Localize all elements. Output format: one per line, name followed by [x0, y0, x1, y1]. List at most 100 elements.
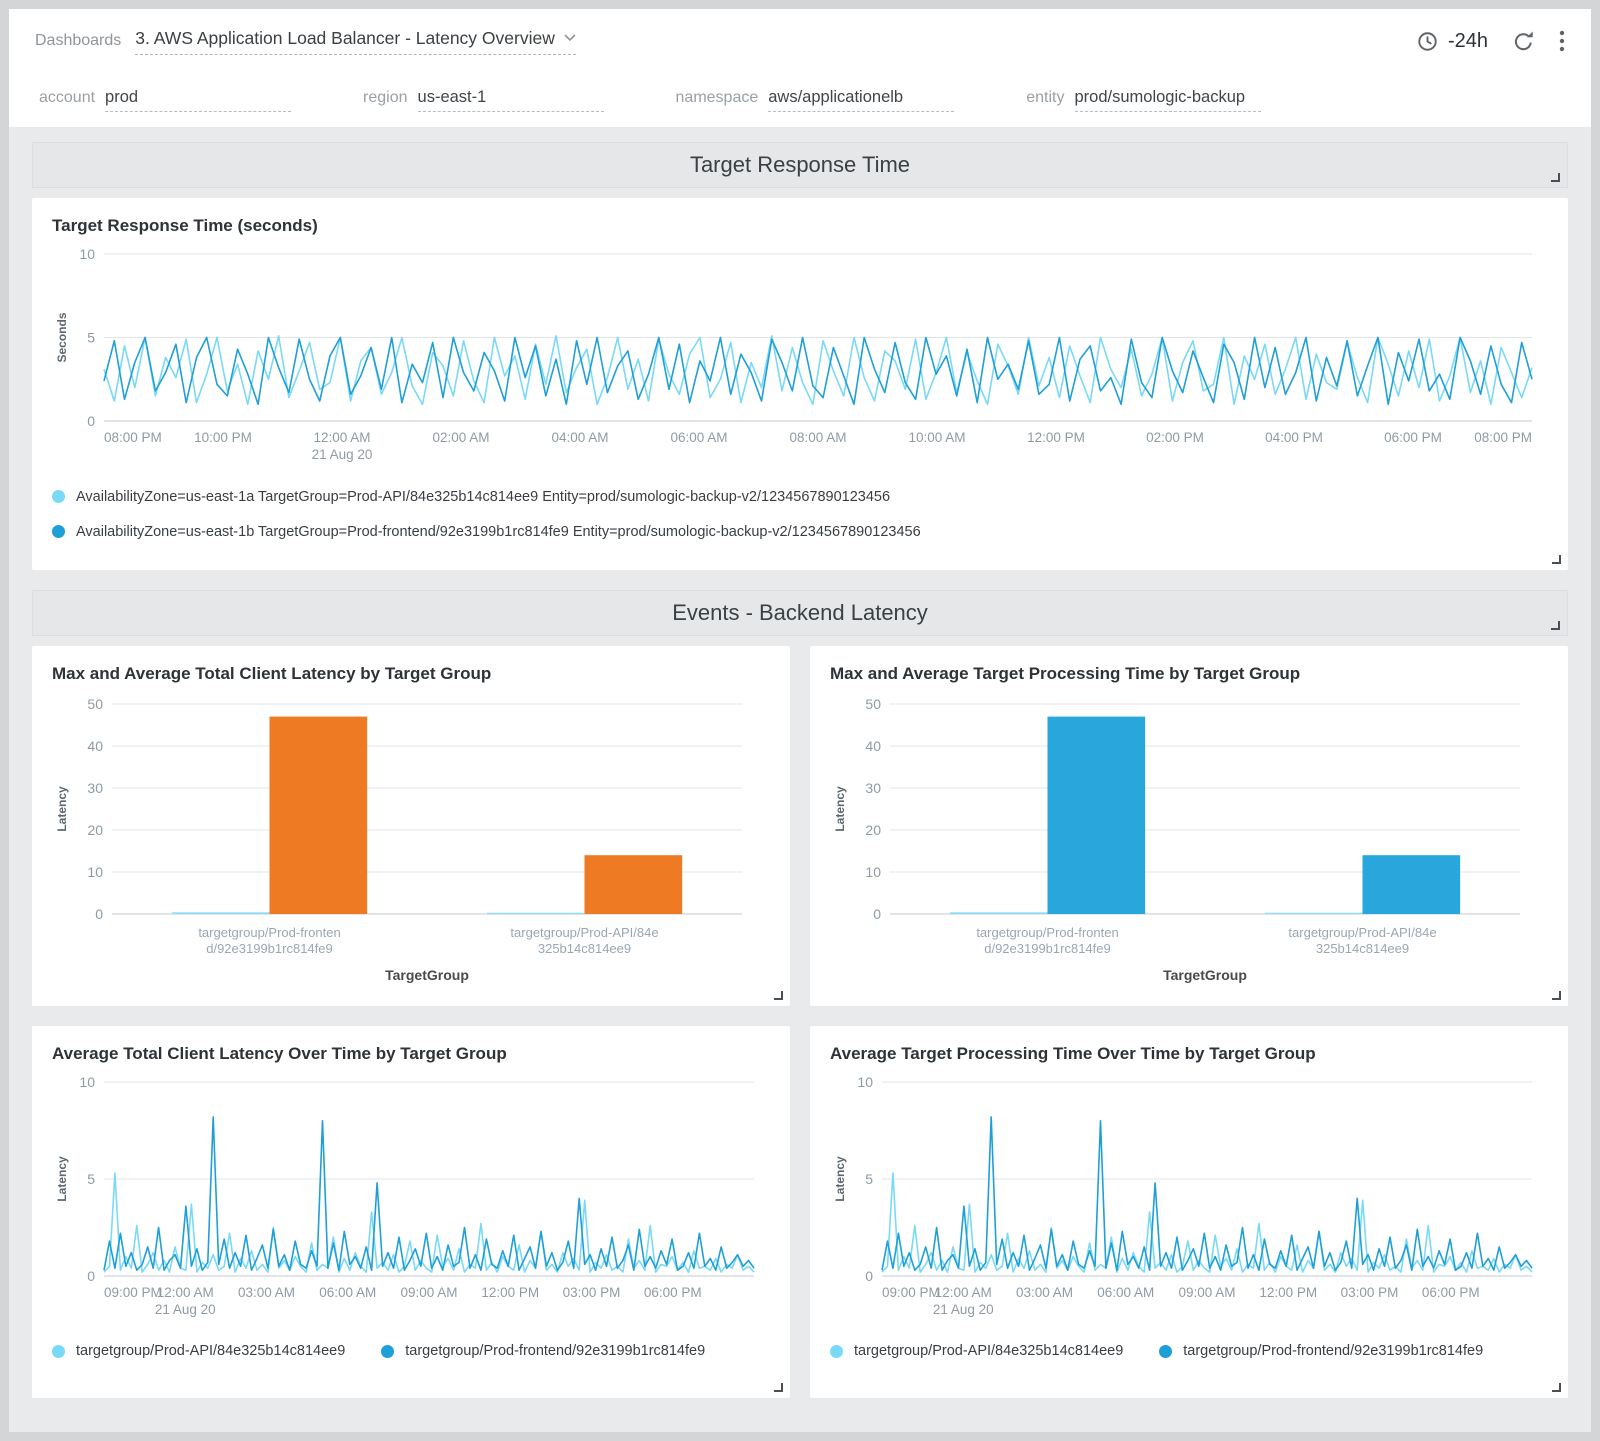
- legend-item[interactable]: targetgroup/Prod-frontend/92e3199b1rc814…: [381, 1340, 705, 1362]
- svg-text:Seconds: Seconds: [55, 312, 69, 362]
- svg-text:0: 0: [95, 906, 103, 922]
- resize-handle-icon[interactable]: [774, 991, 783, 1000]
- filter-entity-value[interactable]: prod/sumologic-backup: [1075, 88, 1261, 112]
- target-processing-bar-chart[interactable]: 01020304050Latencytargetgroup/Prod-front…: [830, 692, 1548, 992]
- section-header-target-response-time: Target Response Time: [32, 142, 1568, 188]
- svg-text:targetgroup/Prod-API/84e: targetgroup/Prod-API/84e: [510, 925, 658, 940]
- svg-text:04:00 PM: 04:00 PM: [1265, 430, 1323, 445]
- filter-label: account: [39, 89, 95, 107]
- client-latency-line-chart[interactable]: 0510Latency09:00 PM12:00 AM21 Aug 2003:0…: [52, 1072, 770, 1324]
- filter-account-value[interactable]: prod: [105, 88, 291, 112]
- filter-region: region us-east-1: [363, 88, 603, 112]
- svg-text:10: 10: [87, 864, 103, 880]
- svg-text:0: 0: [873, 906, 881, 922]
- resize-handle-icon[interactable]: [1552, 555, 1561, 564]
- kebab-menu-icon[interactable]: [1559, 29, 1565, 53]
- svg-text:10: 10: [79, 1074, 95, 1090]
- filter-namespace: namespace aws/applicationelb: [676, 88, 955, 112]
- svg-text:50: 50: [865, 696, 881, 712]
- svg-text:50: 50: [87, 696, 103, 712]
- filter-namespace-value[interactable]: aws/applicationelb: [768, 88, 954, 112]
- svg-text:12:00 PM: 12:00 PM: [481, 1285, 539, 1300]
- refresh-icon[interactable]: [1512, 30, 1535, 53]
- filter-account: account prod: [39, 88, 291, 112]
- svg-text:40: 40: [87, 738, 103, 754]
- resize-handle-icon[interactable]: [774, 1383, 783, 1392]
- legend-label: targetgroup/Prod-API/84e325b14c814ee9: [854, 1343, 1123, 1359]
- panel-title: Max and Average Target Processing Time b…: [830, 664, 1548, 684]
- svg-text:08:00 PM: 08:00 PM: [1474, 430, 1532, 445]
- legend-item[interactable]: AvailabilityZone=us-east-1b TargetGroup=…: [52, 514, 1548, 549]
- section-title: Target Response Time: [690, 152, 910, 178]
- svg-text:5: 5: [87, 1171, 95, 1187]
- svg-text:03:00 PM: 03:00 PM: [563, 1285, 621, 1300]
- svg-text:12:00 AM: 12:00 AM: [157, 1285, 214, 1300]
- series-color-dot: [381, 1345, 394, 1358]
- response-time-line-chart[interactable]: 0510Seconds08:00 PM10:00 PM12:00 AM21 Au…: [52, 244, 1548, 469]
- legend-item[interactable]: targetgroup/Prod-API/84e325b14c814ee9: [52, 1340, 345, 1362]
- resize-handle-icon[interactable]: [1551, 173, 1560, 182]
- svg-text:10: 10: [865, 864, 881, 880]
- chevron-down-icon: [564, 34, 576, 42]
- panel-target-response-time: Target Response Time (seconds) 0510Secon…: [32, 198, 1568, 570]
- panel-avg-client-latency-over-time: Average Total Client Latency Over Time b…: [32, 1026, 790, 1398]
- panel-title: Target Response Time (seconds): [52, 216, 1548, 236]
- top-bar: Dashboards 3. AWS Application Load Balan…: [9, 9, 1591, 127]
- svg-text:21 Aug 20: 21 Aug 20: [933, 1302, 994, 1317]
- svg-text:30: 30: [87, 780, 103, 796]
- dashboard-title-dropdown[interactable]: 3. AWS Application Load Balancer - Laten…: [135, 28, 576, 55]
- section-header-events-backend-latency: Events - Backend Latency: [32, 590, 1568, 636]
- breadcrumb[interactable]: Dashboards: [35, 32, 121, 50]
- svg-text:Latency: Latency: [55, 1156, 69, 1202]
- svg-text:12:00 AM: 12:00 AM: [313, 430, 370, 445]
- svg-text:12:00 PM: 12:00 PM: [1259, 1285, 1317, 1300]
- legend-item[interactable]: AvailabilityZone=us-east-1a TargetGroup=…: [52, 479, 1548, 514]
- client-latency-bar-chart[interactable]: 0 10 20 30 40 50 Latency targetgroup/Prod-front…: [52, 692, 770, 992]
- svg-text:20: 20: [865, 822, 881, 838]
- filter-label: region: [363, 89, 407, 107]
- svg-text:20: 20: [87, 822, 103, 838]
- bar-chart-row: Max and Average Total Client Latency by …: [32, 646, 1568, 1006]
- svg-text:Latency: Latency: [833, 1156, 847, 1202]
- page-title: 3. AWS Application Load Balancer - Laten…: [135, 28, 555, 49]
- svg-text:04:00 AM: 04:00 AM: [551, 430, 608, 445]
- resize-handle-icon[interactable]: [1552, 991, 1561, 1000]
- chart-legend: targetgroup/Prod-API/84e325b14c814ee9 ta…: [52, 1340, 770, 1362]
- time-range-selector[interactable]: -24h: [1416, 30, 1488, 53]
- series-color-dot: [52, 1345, 65, 1358]
- svg-text:06:00 PM: 06:00 PM: [644, 1285, 702, 1300]
- filter-region-value[interactable]: us-east-1: [418, 88, 604, 112]
- time-range-label: -24h: [1448, 30, 1488, 53]
- svg-text:TargetGroup: TargetGroup: [1163, 967, 1247, 983]
- svg-text:325b14c814ee9: 325b14c814ee9: [1316, 941, 1409, 956]
- filter-bar: account prod region us-east-1 namespace …: [9, 73, 1591, 127]
- svg-text:03:00 AM: 03:00 AM: [1016, 1285, 1073, 1300]
- svg-text:09:00 AM: 09:00 AM: [400, 1285, 457, 1300]
- clock-icon: [1416, 30, 1439, 53]
- resize-handle-icon[interactable]: [1552, 1383, 1561, 1392]
- svg-text:Latency: Latency: [833, 786, 847, 832]
- chart-legend: AvailabilityZone=us-east-1a TargetGroup=…: [52, 479, 1548, 549]
- filter-label: entity: [1026, 89, 1064, 107]
- legend-label: AvailabilityZone=us-east-1a TargetGroup=…: [76, 489, 890, 505]
- svg-text:0: 0: [865, 1268, 873, 1284]
- svg-text:10: 10: [79, 246, 95, 262]
- target-processing-line-chart[interactable]: 0510Latency09:00 PM12:00 AM21 Aug 2003:0…: [830, 1072, 1548, 1324]
- svg-text:06:00 PM: 06:00 PM: [1384, 430, 1442, 445]
- chart-legend: targetgroup/Prod-API/84e325b14c814ee9 ta…: [830, 1340, 1548, 1362]
- svg-text:325b14c814ee9: 325b14c814ee9: [538, 941, 631, 956]
- panel-max-avg-client-latency: Max and Average Total Client Latency by …: [32, 646, 790, 1006]
- panel-avg-target-processing-over-time: Average Target Processing Time Over Time…: [810, 1026, 1568, 1398]
- filter-label: namespace: [676, 89, 759, 107]
- resize-handle-icon[interactable]: [1551, 621, 1560, 630]
- svg-text:Latency: Latency: [55, 786, 69, 832]
- svg-text:targetgroup/Prod-fronten: targetgroup/Prod-fronten: [198, 925, 340, 940]
- timeseries-row: Average Total Client Latency Over Time b…: [32, 1026, 1568, 1398]
- svg-text:TargetGroup: TargetGroup: [385, 967, 469, 983]
- series-color-dot: [830, 1345, 843, 1358]
- panel-max-avg-target-processing: Max and Average Target Processing Time b…: [810, 646, 1568, 1006]
- legend-item[interactable]: targetgroup/Prod-API/84e325b14c814ee9: [830, 1340, 1123, 1362]
- panel-title: Average Target Processing Time Over Time…: [830, 1044, 1548, 1064]
- svg-text:0: 0: [87, 1268, 95, 1284]
- legend-item[interactable]: targetgroup/Prod-frontend/92e3199b1rc814…: [1159, 1340, 1483, 1362]
